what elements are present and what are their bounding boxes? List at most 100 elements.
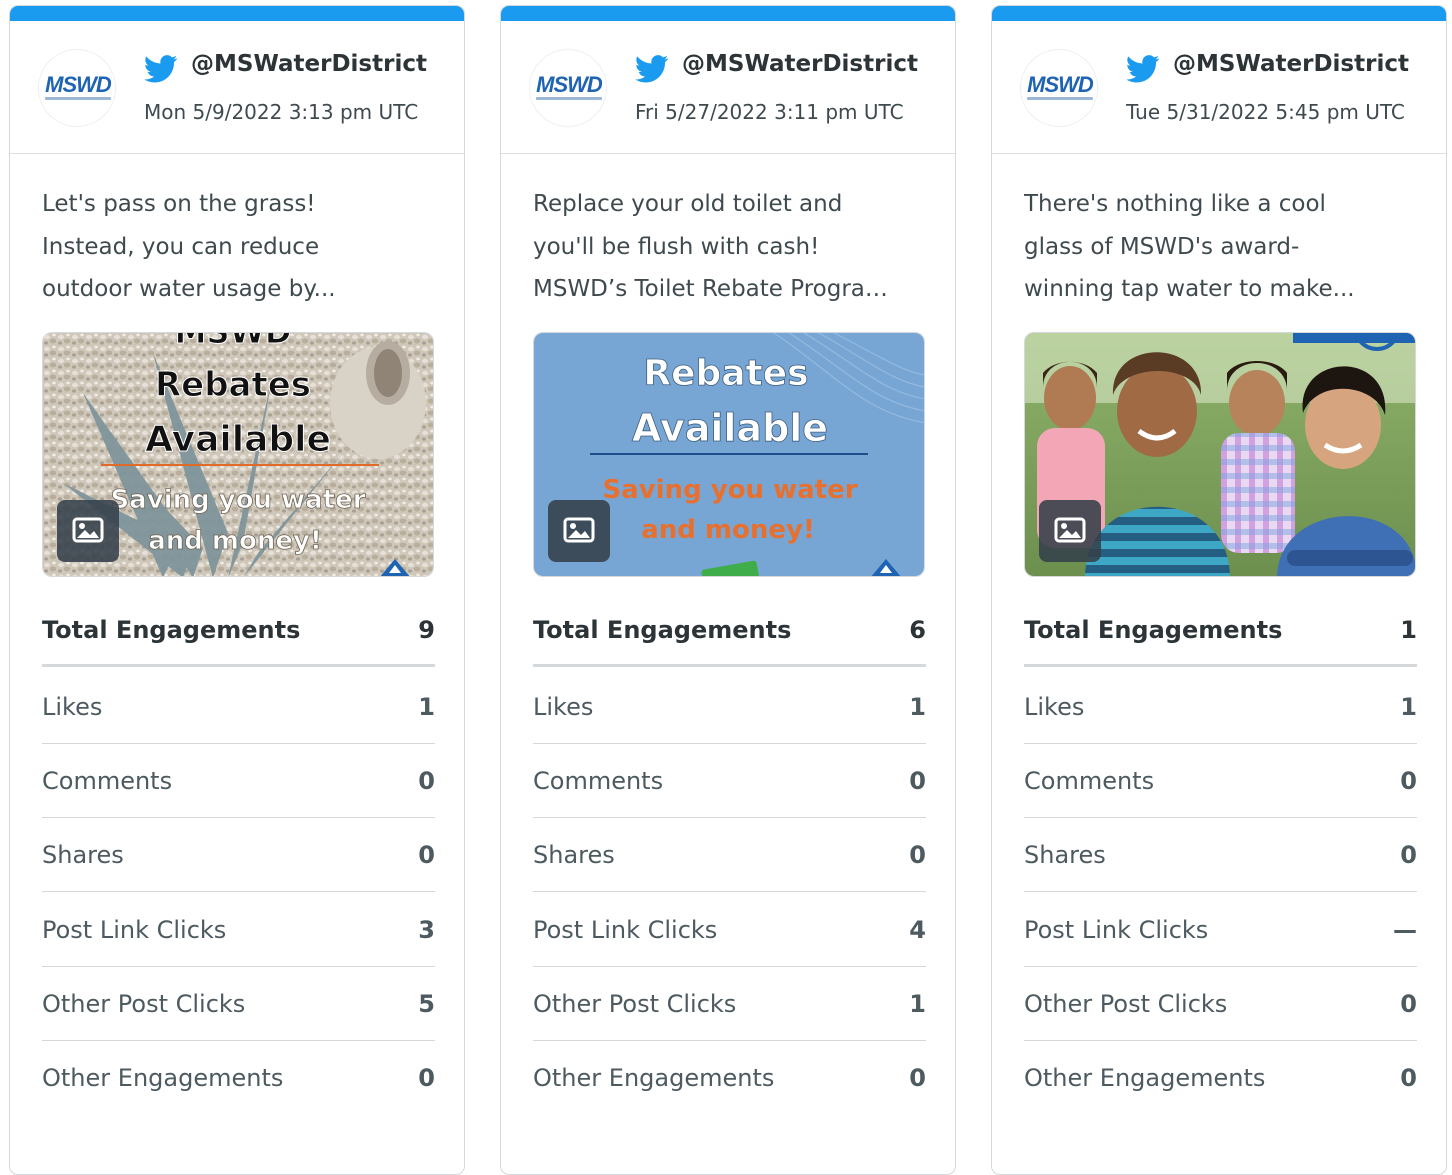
metric-other-post-clicks: Other Post Clicks 1 — [533, 967, 926, 1041]
avatar-logo: MSWD — [1027, 72, 1094, 97]
svg-text:Saving you water: Saving you water — [602, 475, 857, 505]
avatar-logo: MSWD — [45, 72, 112, 97]
metric-post-link-clicks: Post Link Clicks — — [1024, 893, 1417, 967]
svg-text:Rebates: Rebates — [643, 353, 808, 394]
avatar[interactable]: MSWD — [38, 49, 116, 127]
card-accent-bar — [501, 6, 955, 21]
twitter-bird-icon — [144, 55, 178, 83]
metric-value: 0 — [909, 1064, 926, 1092]
metric-label: Total Engagements — [533, 616, 792, 644]
metric-other-engagements: Other Engagements 0 — [533, 1041, 926, 1115]
metric-label: Other Engagements — [42, 1064, 284, 1092]
svg-text:Available: Available — [632, 406, 828, 450]
metric-value: 5 — [418, 990, 435, 1018]
metric-value: 0 — [1400, 990, 1417, 1018]
metric-value: 1 — [418, 693, 435, 721]
metric-label: Total Engagements — [42, 616, 301, 644]
metric-label: Likes — [533, 693, 594, 721]
post-text-line: outdoor water usage by... — [42, 276, 336, 302]
metric-value: 0 — [909, 841, 926, 869]
metric-post-link-clicks: Post Link Clicks 3 — [42, 893, 435, 967]
metric-shares: Shares 0 — [42, 818, 435, 892]
post-card[interactable]: MSWD @MSWaterDistrict Mon 5/9/2022 3:13 … — [9, 5, 465, 1175]
post-card[interactable]: MSWD @MSWaterDistrict Fri 5/27/2022 3:11… — [500, 5, 956, 1175]
image-icon — [1054, 517, 1086, 543]
avatar-logo-tagline — [536, 97, 602, 100]
post-media-image[interactable] — [1024, 332, 1416, 577]
post-text-line: winning tap water to make... — [1024, 276, 1355, 302]
avatar[interactable]: MSWD — [1020, 49, 1098, 127]
image-type-badge — [57, 500, 119, 562]
metric-label: Shares — [533, 841, 615, 869]
metric-value: 0 — [1400, 841, 1417, 869]
card-accent-bar — [992, 6, 1446, 21]
post-text-line: MSWD’s Toilet Rebate Program... — [533, 276, 893, 302]
post-text-line: Instead, you can reduce — [42, 233, 320, 260]
metric-label: Comments — [1024, 767, 1155, 795]
post-header: MSWD @MSWaterDistrict Tue 5/31/2022 5:45… — [992, 21, 1446, 154]
metric-label: Likes — [42, 693, 103, 721]
card-accent-bar — [10, 6, 464, 21]
account-handle[interactable]: @MSWaterDistrict — [682, 51, 932, 77]
metric-label: Other Engagements — [1024, 1064, 1266, 1092]
metric-likes: Likes 1 — [42, 670, 435, 744]
metric-label: Post Link Clicks — [42, 916, 227, 944]
post-card[interactable]: MSWD @MSWaterDistrict Tue 5/31/2022 5:45… — [991, 5, 1447, 1175]
metric-comments: Comments 0 — [533, 744, 926, 818]
account-handle[interactable]: @MSWaterDistrict — [191, 51, 441, 77]
image-type-badge — [1039, 500, 1101, 562]
image-type-badge — [548, 500, 610, 562]
post-media-image[interactable]: Rebates Available Saving you water and m… — [533, 332, 925, 577]
metric-label: Total Engagements — [1024, 616, 1283, 644]
metric-value: 9 — [418, 616, 435, 644]
metric-label: Likes — [1024, 693, 1085, 721]
post-text: Replace your old toilet and you'll be fl… — [533, 183, 893, 311]
svg-text:Rebates: Rebates — [155, 365, 311, 405]
metric-label: Other Engagements — [533, 1064, 775, 1092]
twitter-bird-icon — [1126, 55, 1160, 83]
twitter-bird-icon — [635, 55, 669, 83]
post-text: There's nothing like a cool glass of MSW… — [1024, 183, 1384, 311]
image-icon — [72, 517, 104, 543]
metric-value: 0 — [418, 767, 435, 795]
metric-label: Shares — [1024, 841, 1106, 869]
metric-label: Post Link Clicks — [1024, 916, 1209, 944]
metric-shares: Shares 0 — [1024, 818, 1417, 892]
metric-value: 1 — [909, 990, 926, 1018]
metric-value: 1 — [1400, 693, 1417, 721]
post-text: Let's pass on the grass! Instead, you ca… — [42, 183, 402, 311]
avatar-logo-tagline — [1027, 97, 1093, 100]
metric-label: Comments — [42, 767, 173, 795]
post-text-line: There's nothing like a cool — [1024, 191, 1326, 217]
post-header: MSWD @MSWaterDistrict Mon 5/9/2022 3:13 … — [10, 21, 464, 154]
post-timestamp: Tue 5/31/2022 5:45 pm UTC — [1126, 100, 1405, 124]
metric-shares: Shares 0 — [533, 818, 926, 892]
metric-comments: Comments 0 — [42, 744, 435, 818]
svg-text:and money!: and money! — [148, 526, 322, 556]
metric-label: Other Post Clicks — [533, 990, 737, 1018]
avatar[interactable]: MSWD — [529, 49, 607, 127]
metric-label: Other Post Clicks — [42, 990, 246, 1018]
metric-value: — — [1393, 916, 1417, 944]
metric-value: 1 — [1400, 616, 1417, 644]
metric-value: 4 — [909, 916, 926, 944]
post-timestamp: Fri 5/27/2022 3:11 pm UTC — [635, 100, 904, 124]
metric-label: Other Post Clicks — [1024, 990, 1228, 1018]
svg-text:Saving you water: Saving you water — [110, 485, 365, 515]
metric-other-engagements: Other Engagements 0 — [1024, 1041, 1417, 1115]
post-text-line: glass of MSWD's award- — [1024, 233, 1300, 260]
metric-label: Post Link Clicks — [533, 916, 718, 944]
metric-other-engagements: Other Engagements 0 — [42, 1041, 435, 1115]
account-handle[interactable]: @MSWaterDistrict — [1173, 51, 1423, 77]
metric-value: 3 — [418, 916, 435, 944]
svg-text:Available: Available — [145, 419, 331, 460]
avatar-logo-tagline — [45, 97, 111, 100]
metric-total-engagements: Total Engagements 1 — [1024, 593, 1417, 667]
metric-post-link-clicks: Post Link Clicks 4 — [533, 893, 926, 967]
metric-value: 0 — [418, 1064, 435, 1092]
post-timestamp: Mon 5/9/2022 3:13 pm UTC — [144, 100, 419, 124]
post-media-image[interactable]: MSWD Rebates Available Saving you water … — [42, 332, 434, 577]
metric-label: Comments — [533, 767, 664, 795]
metric-value: 6 — [909, 616, 926, 644]
metric-comments: Comments 0 — [1024, 744, 1417, 818]
